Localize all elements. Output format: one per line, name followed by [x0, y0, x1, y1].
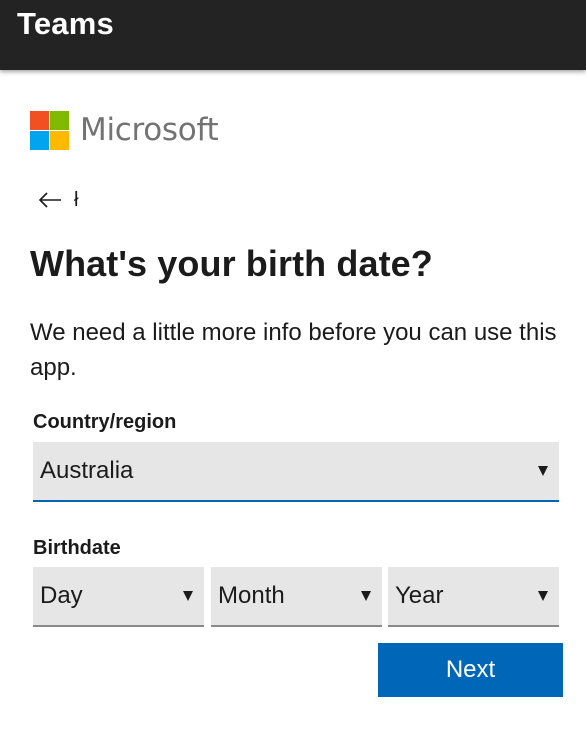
day-select-value: Day [40, 582, 83, 609]
logo-square-red [30, 111, 49, 130]
page-title: What's your birth date? [30, 243, 433, 284]
back-button[interactable]: ł [38, 186, 78, 214]
birthdate-label: Birthdate [33, 537, 121, 559]
chevron-down-icon [538, 466, 548, 476]
arrow-left-icon [38, 192, 62, 208]
app-bar: Teams [0, 0, 586, 70]
brand-name: Microsoft [80, 112, 219, 148]
page-description: We need a little more info before you ca… [30, 319, 557, 381]
day-select[interactable]: Day [33, 567, 204, 627]
app-title: Teams [17, 6, 114, 41]
logo-square-green [50, 111, 69, 130]
month-select[interactable]: Month [211, 567, 382, 627]
year-select-value: Year [395, 582, 444, 609]
country-select-value: Australia [40, 457, 134, 484]
chevron-down-icon [538, 591, 548, 601]
country-label: Country/region [33, 411, 177, 433]
country-select[interactable]: Australia [33, 442, 559, 502]
chevron-down-icon [361, 591, 371, 601]
month-select-value: Month [218, 582, 285, 609]
chevron-down-icon [183, 591, 193, 601]
logo-square-yellow [50, 131, 69, 150]
next-button[interactable]: Next [378, 643, 563, 697]
logo-square-blue [30, 131, 49, 150]
year-select[interactable]: Year [388, 567, 559, 627]
microsoft-logo-icon [30, 111, 69, 150]
back-trail-text: ł [74, 189, 79, 211]
